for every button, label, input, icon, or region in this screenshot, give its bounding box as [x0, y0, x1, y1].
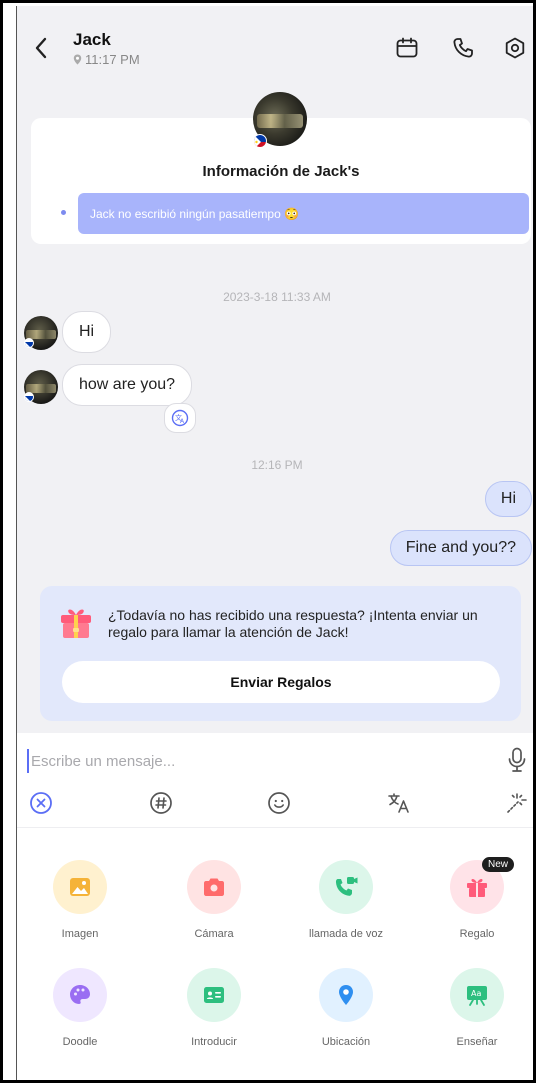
calendar-button[interactable] [393, 34, 421, 62]
phone-icon [453, 38, 473, 58]
philippines-flag-icon [24, 338, 34, 348]
teach-option-circle: Aa [450, 968, 504, 1022]
camera-icon [204, 878, 224, 896]
contact-name[interactable]: Jack [73, 30, 111, 50]
message-composer [17, 733, 533, 827]
contact-local-time: 11:17 PM [73, 52, 140, 67]
message-timestamp: 12:16 PM [251, 458, 303, 472]
incoming-message[interactable]: Hi [62, 311, 112, 353]
magic-button[interactable] [503, 789, 531, 817]
philippines-flag-icon [24, 392, 34, 402]
attach-voice-call-option[interactable]: llamada de voz [286, 860, 406, 940]
hobby-bullet [61, 210, 66, 215]
doodle-option-circle [53, 968, 107, 1022]
attach-gift-option[interactable]: New Regalo [417, 857, 533, 940]
smiley-icon [268, 792, 290, 814]
new-badge: New [481, 857, 514, 872]
hobby-text: Jack no escribió ningún pasatiempo 😳 [78, 193, 529, 234]
close-panel-button[interactable] [27, 789, 55, 817]
attachment-panel: Imagen Cámara llamada de voz New Regalo [17, 827, 533, 1080]
svg-text:Aa: Aa [471, 989, 481, 998]
emoji-button[interactable] [265, 789, 293, 817]
attach-location-option[interactable]: Ubicación [286, 968, 406, 1048]
microphone-icon [508, 747, 526, 772]
attach-option-label: Doodle [62, 1036, 98, 1048]
attach-option-label: llamada de voz [309, 928, 383, 940]
outgoing-message[interactable]: Fine and you?? [389, 530, 532, 566]
translate-icon: 文A [171, 409, 189, 427]
attach-option-label: Cámara [194, 928, 234, 940]
voice-call-option-circle [319, 860, 373, 914]
image-option-circle [53, 860, 107, 914]
attach-camera-option[interactable]: Cámara [154, 860, 274, 940]
message-timestamp: 2023-3-18 11:33 AM [223, 290, 331, 304]
translate-button[interactable] [385, 789, 413, 817]
contact-card-icon [204, 987, 224, 1003]
translate-icon [388, 793, 409, 813]
attach-image-option[interactable]: Imagen [20, 860, 140, 940]
translate-message-button[interactable]: 文A [164, 403, 196, 433]
location-pin-icon [73, 54, 82, 65]
attach-option-label: Introducir [191, 1036, 237, 1048]
hashtag-button[interactable] [147, 789, 175, 817]
teach-icon: Aa [467, 986, 487, 1006]
outgoing-message[interactable]: Hi [484, 481, 532, 517]
sparkle-wand-icon [507, 793, 527, 813]
location-icon [339, 985, 353, 1005]
calendar-icon [396, 37, 418, 58]
hashtag-icon [150, 792, 172, 814]
introduce-option-circle [187, 968, 241, 1022]
send-gifts-button[interactable]: Enviar Regalos [62, 661, 500, 703]
local-time-text: 11:17 PM [85, 52, 140, 67]
location-option-circle [319, 968, 373, 1022]
back-button[interactable] [29, 34, 53, 62]
chat-app: Jack 11:17 PM Información de Jack's Jack… [16, 6, 533, 1080]
profile-info-title: Información de Jack's [202, 163, 360, 180]
settings-hexagon-icon [505, 37, 525, 59]
philippines-flag-icon [253, 134, 267, 148]
gift-suggestion-text: ¿Todavía no has recibido una respuesta? … [108, 607, 478, 640]
attach-option-label: Regalo [459, 928, 495, 940]
chat-header: Jack 11:17 PM [17, 6, 533, 82]
gift-box-icon [58, 604, 94, 640]
message-input[interactable] [27, 749, 487, 773]
settings-button[interactable] [501, 34, 529, 62]
attach-introduce-option[interactable]: Introducir [154, 968, 274, 1048]
close-circle-icon [30, 792, 52, 814]
chevron-left-icon [35, 37, 47, 59]
attach-teach-option[interactable]: Aa Enseñar [417, 968, 533, 1048]
camera-option-circle [187, 860, 241, 914]
call-button[interactable] [449, 34, 477, 62]
image-icon [70, 878, 90, 896]
voice-call-icon [335, 877, 358, 896]
screen-frame: Jack 11:17 PM Información de Jack's Jack… [0, 0, 536, 1083]
gift-icon [467, 879, 487, 897]
attach-option-label: Enseñar [456, 1036, 498, 1048]
palette-icon [70, 985, 90, 1004]
attach-doodle-option[interactable]: Doodle [20, 968, 140, 1048]
gift-suggestion-card: ¿Todavía no has recibido una respuesta? … [40, 586, 521, 721]
incoming-message[interactable]: how are you? [62, 364, 193, 406]
voice-message-button[interactable] [505, 745, 529, 775]
gift-option-circle: New [450, 857, 514, 914]
attach-option-label: Imagen [61, 928, 99, 940]
attach-option-label: Ubicación [321, 1036, 371, 1048]
